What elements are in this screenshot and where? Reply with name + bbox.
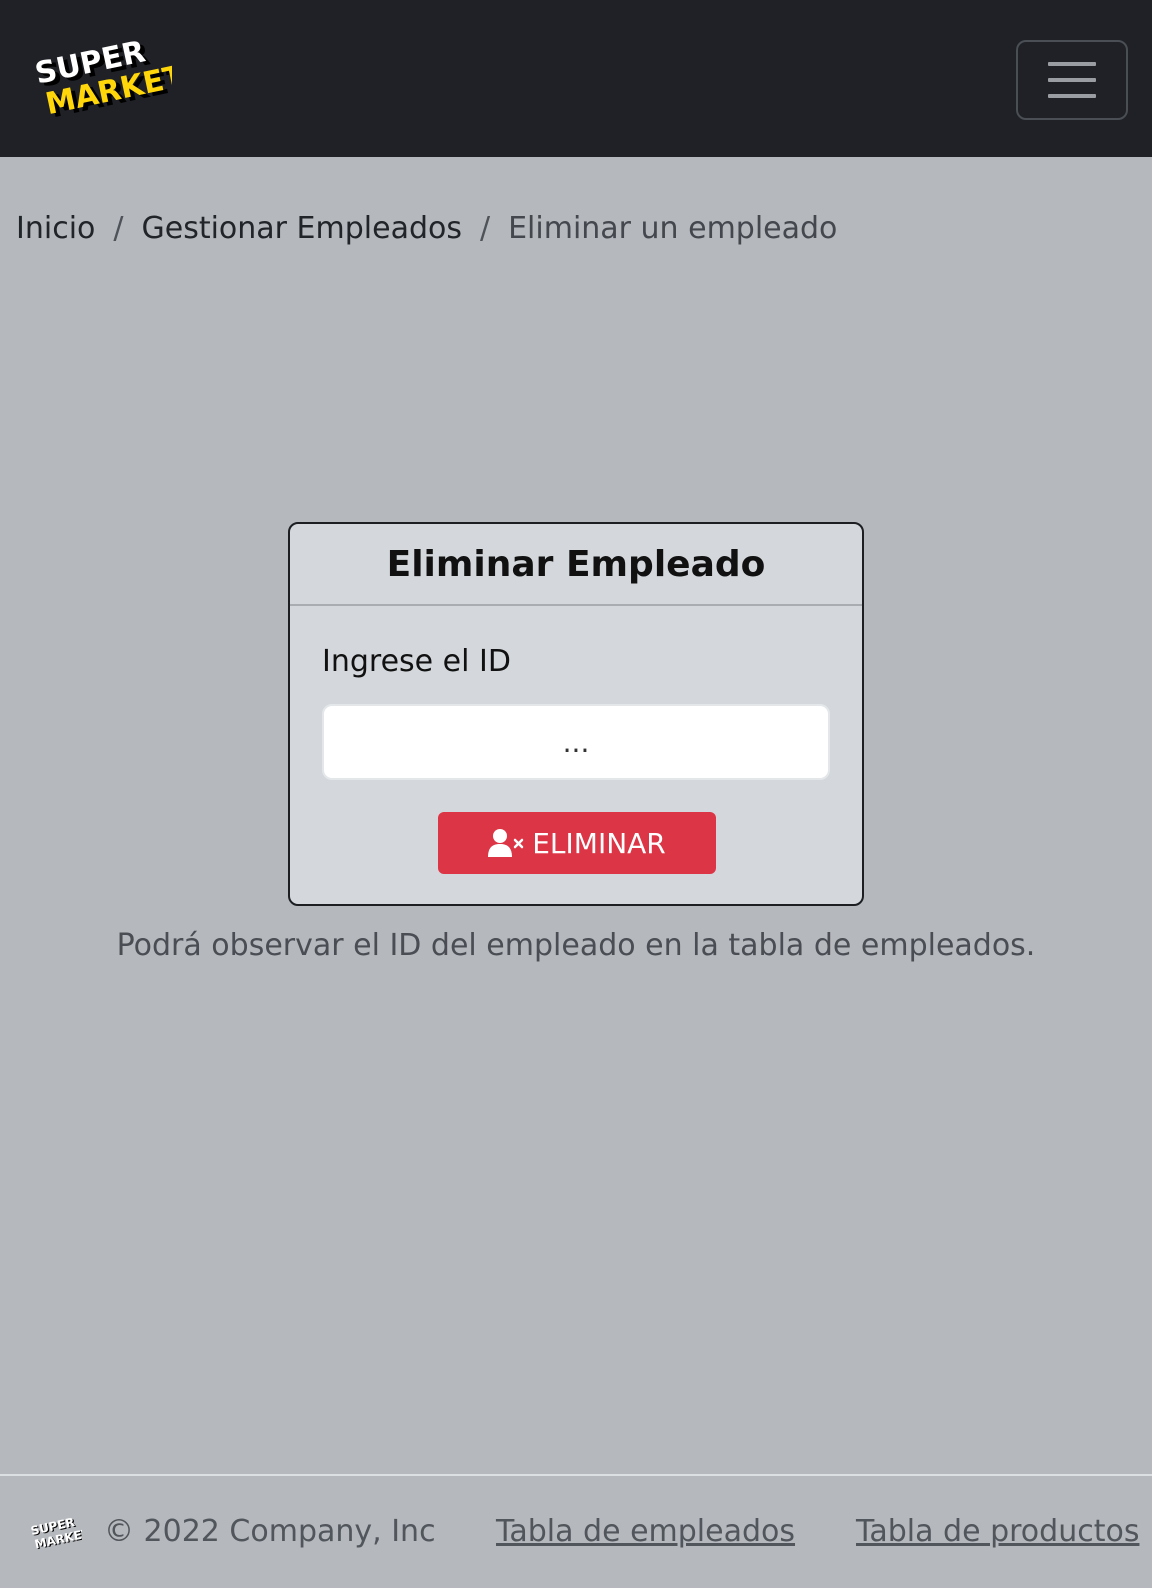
- copyright-text: © 2022 Company, Inc: [104, 1514, 436, 1549]
- logo-image: SUPER SUPER MARKET MARKET: [32, 34, 192, 125]
- navbar-toggle-button[interactable]: [1016, 40, 1128, 120]
- delete-button[interactable]: ELIMINAR: [438, 812, 716, 874]
- employee-id-input[interactable]: [322, 704, 830, 780]
- products-table-link[interactable]: Tabla de productos: [856, 1514, 1139, 1549]
- footer: SUPER SUPER MARKET MARKET © 2022 Company…: [0, 1474, 1152, 1588]
- card-header: Eliminar Empleado: [290, 524, 862, 606]
- id-label: Ingrese el ID: [322, 644, 511, 679]
- breadcrumb-home-link[interactable]: Inicio: [16, 211, 95, 246]
- breadcrumb-manage-employees-link[interactable]: Gestionar Empleados: [142, 211, 462, 246]
- delete-button-label: ELIMINAR: [532, 826, 666, 860]
- footer-logo[interactable]: SUPER SUPER MARKET MARKET: [29, 1515, 93, 1552]
- hint-text: Podrá observar el ID del empleado en la …: [116, 928, 1036, 963]
- breadcrumb-separator: /: [479, 210, 491, 246]
- delete-employee-card: Eliminar Empleado Ingrese el ID ELIMINAR: [288, 522, 864, 906]
- user-remove-icon: [488, 828, 524, 858]
- breadcrumb-separator: /: [113, 210, 124, 246]
- breadcrumb-current: Eliminar un empleado: [508, 210, 838, 246]
- footer-logo-image: SUPER SUPER MARKET MARKET: [29, 1515, 93, 1552]
- supermarket-logo[interactable]: SUPER SUPER MARKET MARKET: [32, 34, 192, 125]
- card-title: Eliminar Empleado: [386, 543, 766, 585]
- navbar: SUPER SUPER MARKET MARKET: [0, 0, 1152, 157]
- employees-table-link[interactable]: Tabla de empleados: [496, 1514, 795, 1549]
- breadcrumb: Inicio / Gestionar Empleados / Eliminar …: [16, 208, 837, 248]
